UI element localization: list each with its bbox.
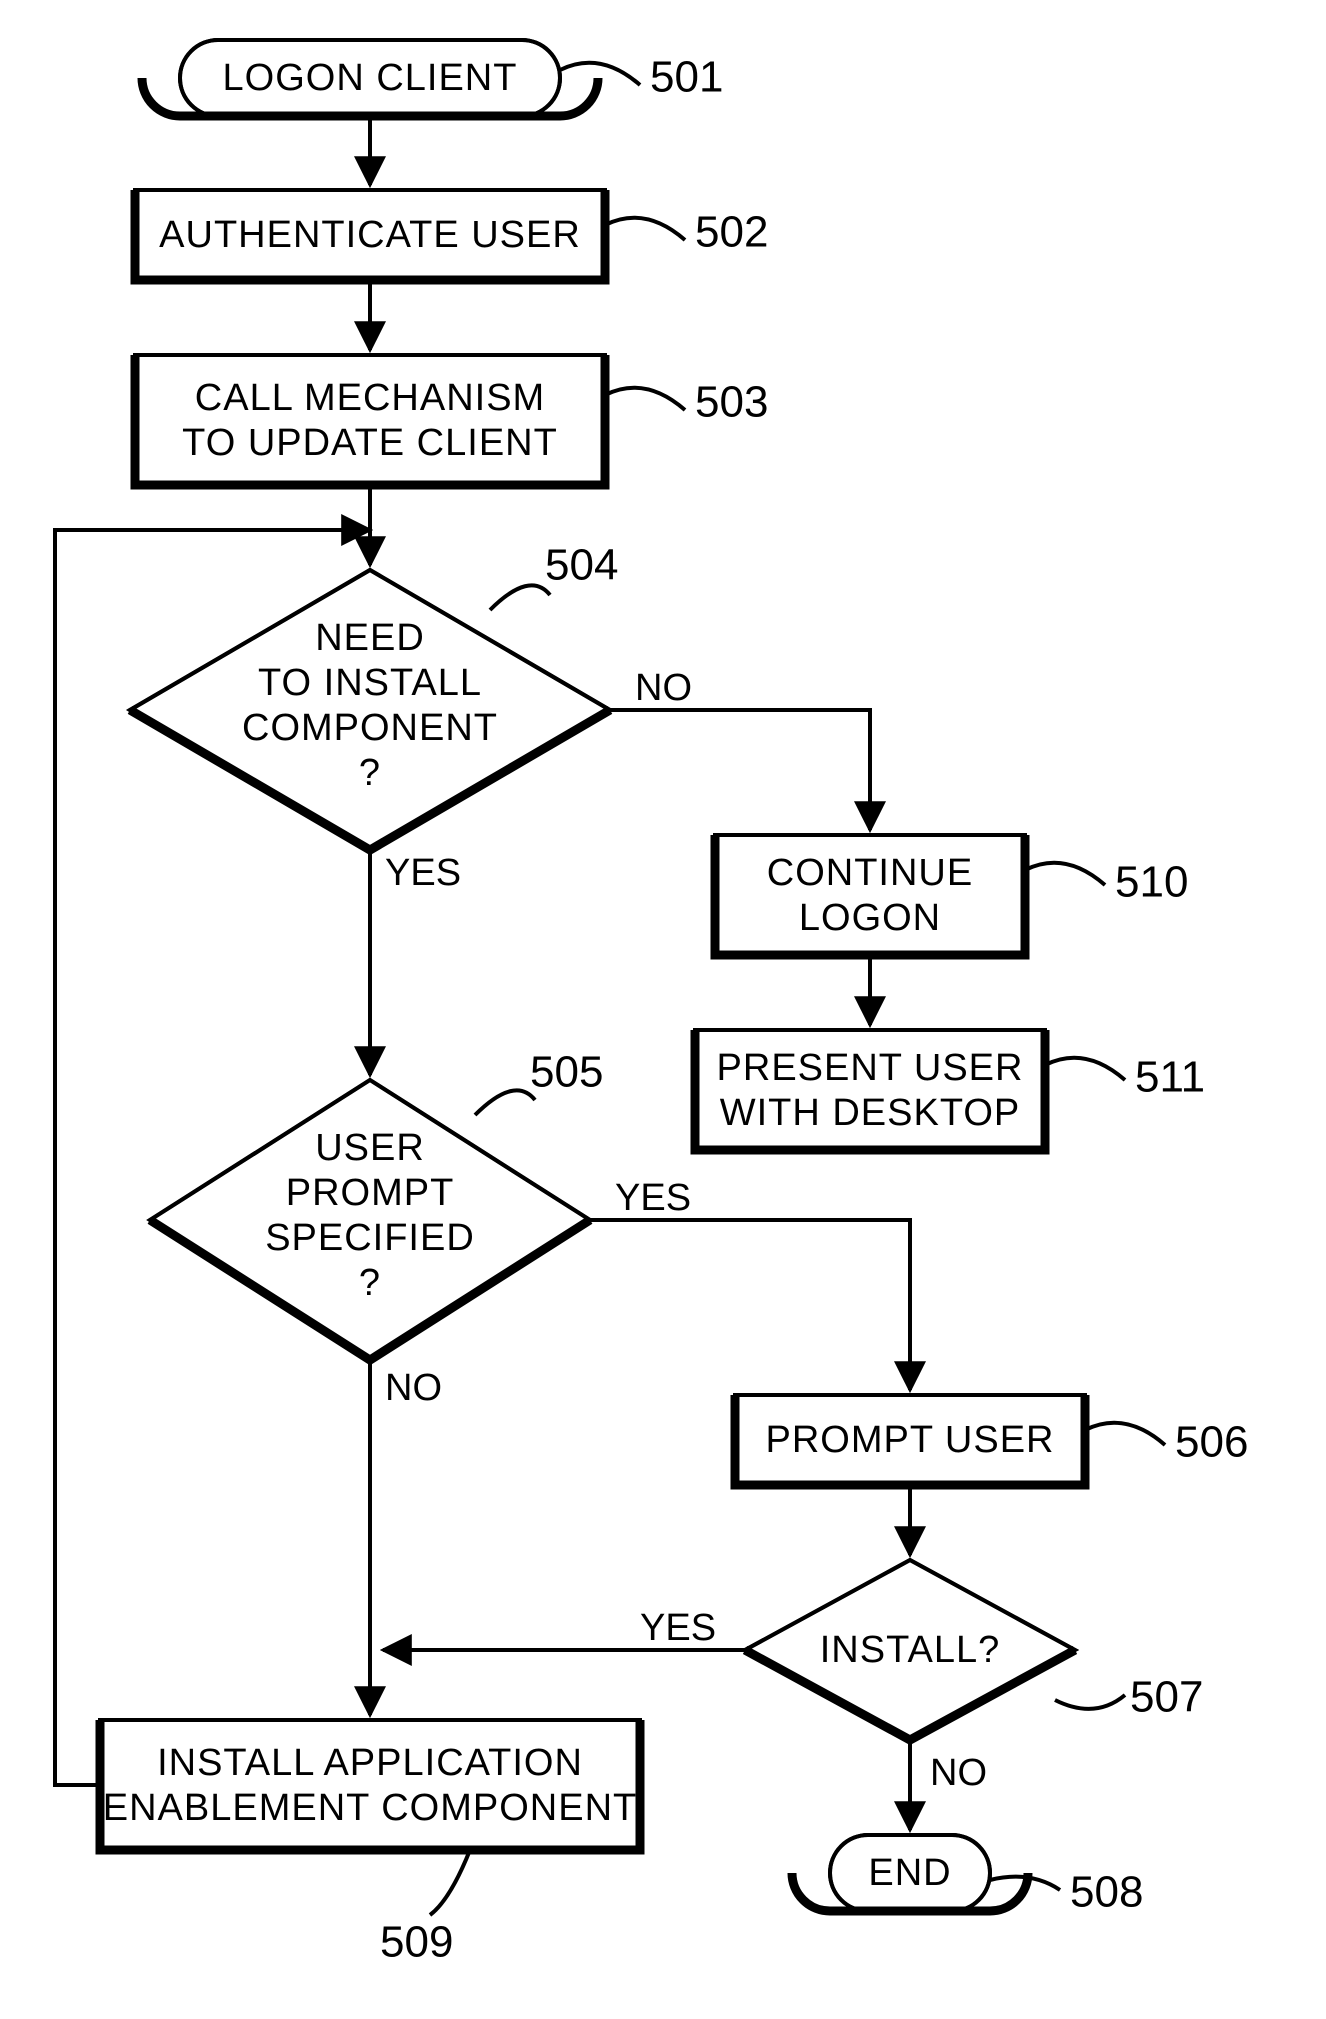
ref-507: 507 [1130,1673,1203,1722]
node-text: INSTALL APPLICATION [157,1742,583,1784]
node-text: TO UPDATE CLIENT [182,422,558,464]
node-text: LOGON CLIENT [223,57,518,99]
node-text: COMPONENT [242,707,498,749]
node-text: ENABLEMENT COMPONENT [103,1787,637,1829]
node-text: PRESENT USER [717,1047,1024,1089]
node-text: PROMPT USER [765,1419,1054,1461]
node-text: LOGON [799,897,941,939]
node-text: USER [315,1127,425,1169]
ref-506: 506 [1175,1418,1248,1467]
ref-508: 508 [1070,1868,1143,1917]
node-text: END [868,1852,951,1894]
edge-label: YES [615,1177,691,1219]
edge-label: NO [930,1752,987,1794]
ref-509: 509 [380,1918,453,1967]
edge-label: NO [635,667,692,709]
node-call-mechanism: CALL MECHANISM TO UPDATE CLIENT [135,355,605,485]
node-install-decision: INSTALL? [745,1560,1075,1740]
node-text: CALL MECHANISM [195,377,545,419]
node-text: ? [359,1262,381,1304]
node-install-component: INSTALL APPLICATION ENABLEMENT COMPONENT [100,1720,640,1850]
node-logon-client: LOGON CLIENT [142,40,598,116]
ref-505: 505 [530,1048,603,1097]
ref-501: 501 [650,53,723,102]
ref-503: 503 [695,378,768,427]
node-text: SPECIFIED [265,1217,475,1259]
ref-504: 504 [545,541,618,590]
node-authenticate-user: AUTHENTICATE USER [135,190,605,280]
node-need-install: NEED TO INSTALL COMPONENT ? [130,570,610,850]
node-user-prompt-specified: USER PROMPT SPECIFIED ? [150,1080,590,1360]
node-prompt-user: PROMPT USER [735,1395,1085,1485]
node-continue-logon: CONTINUE LOGON [715,835,1025,955]
node-text: CONTINUE [767,852,973,894]
node-text: INSTALL? [820,1629,1000,1671]
node-end: END [792,1835,1028,1911]
node-present-desktop: PRESENT USER WITH DESKTOP [695,1030,1045,1150]
edge-label: YES [640,1607,716,1649]
node-text: AUTHENTICATE USER [159,214,581,256]
flowchart: LOGON CLIENT 501 AUTHENTICATE USER 502 C… [0,0,1326,2019]
node-text: ? [359,752,381,794]
node-text: TO INSTALL [258,662,482,704]
node-text: NEED [315,617,425,659]
node-text: PROMPT [286,1172,455,1214]
edge-label: YES [385,852,461,894]
ref-502: 502 [695,208,768,257]
edge-label: NO [385,1367,442,1409]
ref-511: 511 [1135,1053,1205,1102]
ref-510: 510 [1115,858,1188,907]
node-text: WITH DESKTOP [720,1092,1021,1134]
